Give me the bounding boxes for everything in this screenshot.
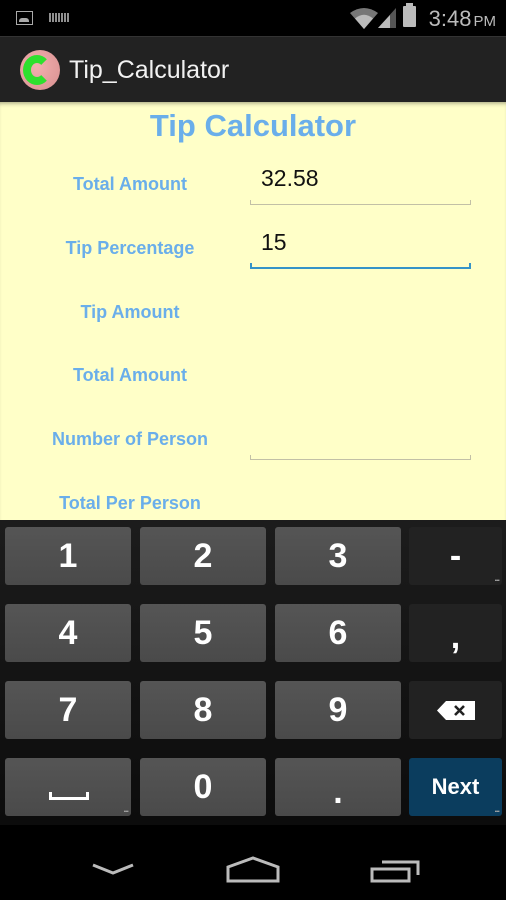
number-of-person-input[interactable] [250, 420, 471, 460]
key-minus-label: - [449, 537, 462, 575]
key-1[interactable]: 1 [5, 527, 131, 585]
total-per-person-label: Total Per Person [59, 493, 201, 513]
key-period[interactable]: . [275, 758, 401, 816]
gallery-notification-icon [16, 11, 33, 25]
key-0[interactable]: 0 [140, 758, 266, 816]
input-underline [250, 200, 471, 205]
app-title: Tip_Calculator [69, 56, 230, 84]
number-of-person-label: Number of Person [51, 429, 209, 449]
input-underline [250, 455, 471, 460]
more-keys-indicator: ... [494, 804, 499, 814]
key-3[interactable]: 3 [275, 527, 401, 585]
key-backspace[interactable] [409, 681, 502, 739]
wifi-icon [350, 8, 378, 29]
key-minus[interactable]: -... [409, 527, 502, 585]
status-bar: 3:48 PM [0, 0, 506, 36]
more-keys-indicator: ... [123, 804, 128, 814]
page-title: Tip Calculator [149, 108, 357, 143]
key-4[interactable]: 4 [5, 604, 131, 662]
app-logo-icon[interactable] [20, 50, 60, 90]
key-next-label: Next [431, 774, 480, 799]
key-5[interactable]: 5 [140, 604, 266, 662]
clock: 3:48 PM [429, 6, 496, 32]
key-2[interactable]: 2 [140, 527, 266, 585]
home-icon[interactable] [213, 845, 293, 895]
key-next[interactable]: Next... [409, 758, 502, 816]
clock-ampm: PM [473, 13, 497, 30]
tip-amount-label: Tip Amount [80, 302, 180, 322]
tip-percentage-value: 15 [261, 229, 287, 255]
app-logo-letter-c [23, 55, 51, 85]
signal-icon [378, 8, 396, 28]
recent-apps-icon[interactable] [353, 845, 433, 895]
key-space[interactable]: ... [5, 758, 131, 816]
total-amount-value: 32.58 [261, 165, 319, 191]
total-amount-input[interactable]: 32.58 [250, 165, 471, 205]
more-keys-indicator: ... [494, 573, 499, 583]
back-icon[interactable] [73, 845, 153, 895]
key-8[interactable]: 8 [140, 681, 266, 739]
tip-percentage-label: Tip Percentage [65, 238, 195, 258]
key-6[interactable]: 6 [275, 604, 401, 662]
battery-icon [403, 3, 416, 27]
action-bar: Tip_Calculator [0, 36, 506, 102]
clock-time: 3:48 [428, 6, 472, 31]
total-amount-label: Total Amount [73, 174, 187, 194]
tip-calculator-form: Tip Calculator Total Amount 32.58 Tip Pe… [0, 102, 506, 520]
key-9[interactable]: 9 [275, 681, 401, 739]
input-underline-focused [250, 263, 471, 269]
backspace-icon [437, 701, 475, 720]
space-icon [49, 792, 89, 800]
key-7[interactable]: 7 [5, 681, 131, 739]
navigation-bar [0, 825, 506, 900]
tip-percentage-input[interactable]: 15 [250, 229, 471, 269]
keyboard-notification-icon [49, 13, 69, 22]
grand-total-amount-label: Total Amount [73, 365, 187, 385]
numeric-keyboard: 1 2 3 -... 4 5 6 , 7 8 9 ... 0 . Next... [0, 520, 506, 825]
key-comma[interactable]: , [409, 604, 502, 662]
